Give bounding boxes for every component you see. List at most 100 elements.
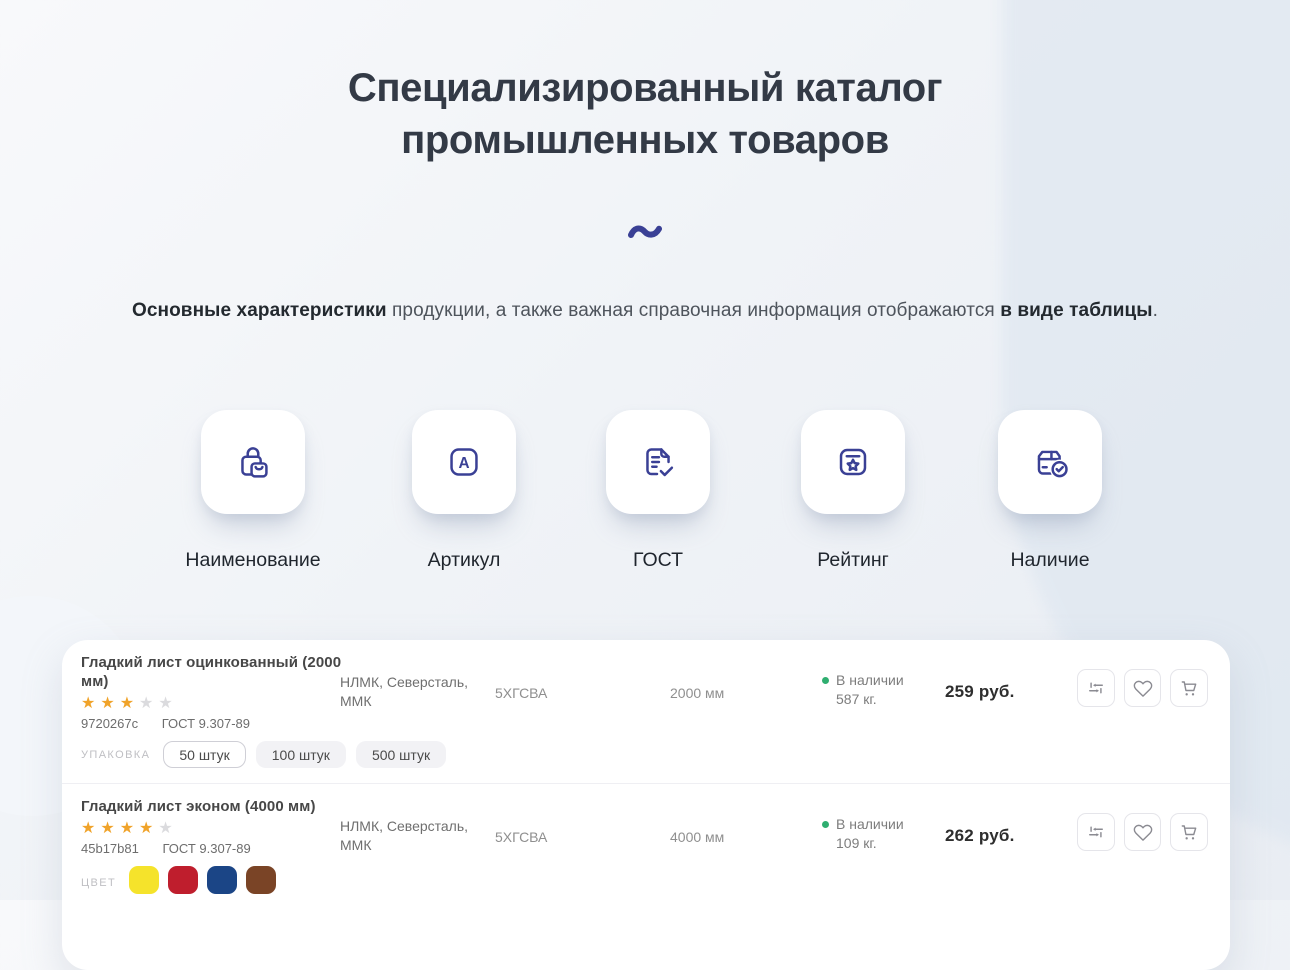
bag-icon — [230, 439, 276, 485]
cart-icon — [1179, 822, 1199, 842]
product-brands: НЛМК, Северсталь, ММК — [340, 653, 480, 711]
star-filled-icon: ★ — [81, 695, 95, 710]
product-row: Гладкий лист эконом (4000 мм) ★ ★ ★ ★ ★ 45b1… — [62, 784, 1230, 914]
feature-nalichie: Наличие — [998, 410, 1102, 580]
feature-artikul: A Артикул — [412, 410, 516, 580]
product-actions — [1077, 797, 1208, 851]
packaging-row: УПАКОВКА 50 штук 100 штук 500 штук — [81, 741, 1208, 768]
product-main-cell: Гладкий лист эконом (4000 мм) ★ ★ ★ ★ ★ 45b1… — [81, 797, 340, 856]
product-grade: 5ХГСВА — [495, 653, 670, 701]
feature-card — [201, 410, 305, 514]
feature-label: ГОСТ — [633, 549, 683, 572]
favorite-button[interactable] — [1124, 813, 1162, 851]
star-filled-icon: ★ — [100, 695, 114, 710]
page-title-line1: Специализированный каталог — [0, 62, 1290, 114]
feature-label: Наличие — [1010, 549, 1089, 572]
product-actions — [1077, 653, 1208, 707]
star-filled-icon: ★ — [81, 820, 95, 835]
color-row: ЦВЕТ — [81, 866, 1208, 899]
page-title: Специализированный каталог промышленных … — [0, 62, 1290, 166]
heart-icon — [1133, 822, 1153, 842]
feature-naimenovanie: Наименование — [201, 410, 305, 580]
stock-status: В наличии — [836, 815, 904, 834]
stock-text: В наличии 109 кг. — [836, 815, 904, 853]
product-row: Гладкий лист оцинкованный (2000 мм) ★★★★… — [62, 640, 1230, 784]
subtitle-text-1: продукции, а также важная справочная инф… — [387, 300, 1001, 321]
compare-button[interactable] — [1077, 813, 1115, 851]
product-price: 259 руб. — [945, 653, 1077, 702]
stock-amount: 109 кг. — [836, 834, 904, 853]
compare-icon — [1086, 822, 1106, 842]
feature-card — [606, 410, 710, 514]
product-gost: ГОСТ 9.307-89 — [162, 716, 250, 731]
feature-rating: Рейтинг — [801, 410, 905, 580]
stock-amount: 587 кг. — [836, 690, 904, 709]
add-to-cart-button[interactable] — [1170, 813, 1208, 851]
star-filled-icon: ★ — [120, 820, 134, 835]
product-stock: В наличии 587 кг. — [822, 653, 945, 709]
star-empty-icon: ★ — [158, 695, 172, 710]
product-main-cell: Гладкий лист оцинкованный (2000 мм) ★★★★… — [81, 653, 340, 731]
box-check-icon — [1027, 439, 1073, 485]
star-box-icon — [830, 439, 876, 485]
stock-status: В наличии — [836, 671, 904, 690]
packaging-chip[interactable]: 50 штук — [163, 741, 245, 768]
feature-label: Наименование — [185, 549, 320, 572]
star-empty-icon: ★ — [158, 820, 172, 835]
feature-label: Рейтинг — [817, 549, 889, 572]
page-title-line2: промышленных товаров — [0, 114, 1290, 166]
rating-stars: ★ ★ ★ ★ ★ — [81, 695, 340, 710]
star-filled-icon: ★ — [100, 820, 114, 835]
product-stock: В наличии 109 кг. — [822, 797, 945, 853]
svg-text:A: A — [458, 455, 469, 472]
color-swatches — [129, 866, 285, 899]
feature-card — [998, 410, 1102, 514]
feature-gost: ГОСТ — [606, 410, 710, 580]
feature-card — [801, 410, 905, 514]
packaging-chip[interactable]: 100 штук — [256, 741, 346, 768]
feature-card: A — [412, 410, 516, 514]
product-article: 45b17b81 — [81, 841, 139, 856]
feature-label: Артикул — [428, 549, 501, 572]
packaging-label: УПАКОВКА — [81, 749, 150, 761]
product-brands: НЛМК, Северсталь, ММК — [340, 797, 480, 855]
document-check-icon — [635, 439, 681, 485]
product-size: 2000 мм — [670, 653, 822, 701]
product-name: Гладкий лист эконом (4000 мм) — [81, 797, 343, 816]
product-price: 262 руб. — [945, 797, 1077, 846]
tilde-decoration — [0, 222, 1290, 242]
stock-dot — [822, 677, 829, 684]
compare-button[interactable] — [1077, 669, 1115, 707]
add-to-cart-button[interactable] — [1170, 669, 1208, 707]
heart-icon — [1133, 678, 1153, 698]
letter-a-icon: A — [441, 439, 487, 485]
color-swatch[interactable] — [129, 866, 159, 894]
product-meta: 9720267c ГОСТ 9.307-89 — [81, 716, 340, 731]
product-name: Гладкий лист оцинкованный (2000 мм) — [81, 653, 343, 691]
stock-dot — [822, 821, 829, 828]
product-gost: ГОСТ 9.307-89 — [162, 841, 250, 856]
compare-icon — [1086, 678, 1106, 698]
star-filled-icon: ★ — [139, 820, 153, 835]
favorite-button[interactable] — [1124, 669, 1162, 707]
color-swatch[interactable] — [168, 866, 198, 894]
product-article: 9720267c — [81, 716, 138, 731]
product-meta: 45b17b81 ГОСТ 9.307-89 — [81, 841, 340, 856]
color-swatch[interactable] — [207, 866, 237, 894]
stock-text: В наличии 587 кг. — [836, 671, 904, 709]
color-label: ЦВЕТ — [81, 877, 116, 889]
packaging-chip[interactable]: 500 штук — [356, 741, 446, 768]
cart-icon — [1179, 678, 1199, 698]
packaging-chips: 50 штук 100 штук 500 штук — [163, 741, 456, 768]
subtitle-bold-1: Основные характеристики — [132, 300, 387, 321]
subtitle-text-2: . — [1153, 300, 1158, 321]
page-subtitle: Основные характеристики продукции, а так… — [0, 300, 1290, 322]
product-grade: 5ХГСВА — [495, 797, 670, 845]
product-size: 4000 мм — [670, 797, 822, 845]
wave-icon — [627, 222, 663, 242]
star-empty-icon: ★ — [139, 695, 153, 710]
subtitle-bold-2: в виде таблицы — [1000, 300, 1152, 321]
color-swatch[interactable] — [246, 866, 276, 894]
star-filled-icon: ★ — [120, 695, 134, 710]
rating-stars: ★ ★ ★ ★ ★ — [81, 820, 340, 835]
